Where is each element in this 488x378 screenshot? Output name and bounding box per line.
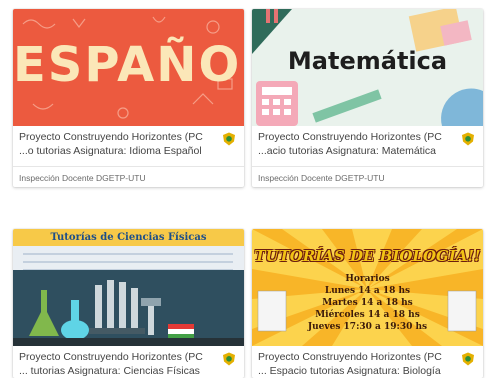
course-organization: Inspección Docente DGETP-UTU	[258, 173, 385, 183]
course-title[interactable]: Proyecto Construyendo Horizontes (PC ...…	[252, 346, 483, 378]
thumbnail-title: ESPAÑOL	[13, 37, 244, 93]
course-card-ciencias-fisicas[interactable]: Tutorías de Ciencias Físicas Proyecto Co…	[13, 229, 244, 378]
shield-badge-icon	[462, 352, 474, 366]
course-title[interactable]: Proyecto Construyendo Horizontes (PC ...…	[252, 126, 483, 164]
course-thumbnail-ciencias[interactable]: Tutorías de Ciencias Físicas	[13, 229, 244, 346]
lab-equipment-illustration	[13, 280, 244, 346]
course-card-biologia[interactable]: TUTORÍAS DE BIOLOGÍA!! Horarios Lunes 14…	[252, 229, 483, 378]
thumbnail-title: TUTORÍAS DE BIOLOGÍA!!	[254, 247, 481, 265]
shield-badge-icon	[462, 132, 474, 146]
course-organization: Inspección Docente DGETP-UTU	[19, 173, 146, 183]
course-thumbnail-matematica[interactable]: Matemática	[252, 9, 483, 126]
schedule-text: Horarios Lunes 14 a 18 hs Martes 14 a 18…	[307, 274, 428, 332]
course-thumbnail-biologia[interactable]: TUTORÍAS DE BIOLOGÍA!! Horarios Lunes 14…	[252, 229, 483, 346]
course-thumbnail-espanol[interactable]: ESPAÑOL	[13, 9, 244, 126]
course-title[interactable]: Proyecto Construyendo Horizontes (PC ...…	[13, 126, 244, 164]
thumbnail-title: Matemática	[287, 47, 448, 75]
shield-badge-icon	[223, 132, 235, 146]
thumbnail-title: Tutorías de Ciencias Físicas	[13, 229, 244, 246]
course-card-espanol[interactable]: ESPAÑOL Proyecto Construyendo Horizontes…	[13, 9, 244, 187]
lab-background	[13, 270, 244, 346]
course-title[interactable]: Proyecto Construyendo Horizontes (PC ...…	[13, 346, 244, 378]
shield-badge-icon	[223, 352, 235, 366]
course-card-matematica[interactable]: Matemática Proyecto Construyendo Horizon…	[252, 9, 483, 187]
